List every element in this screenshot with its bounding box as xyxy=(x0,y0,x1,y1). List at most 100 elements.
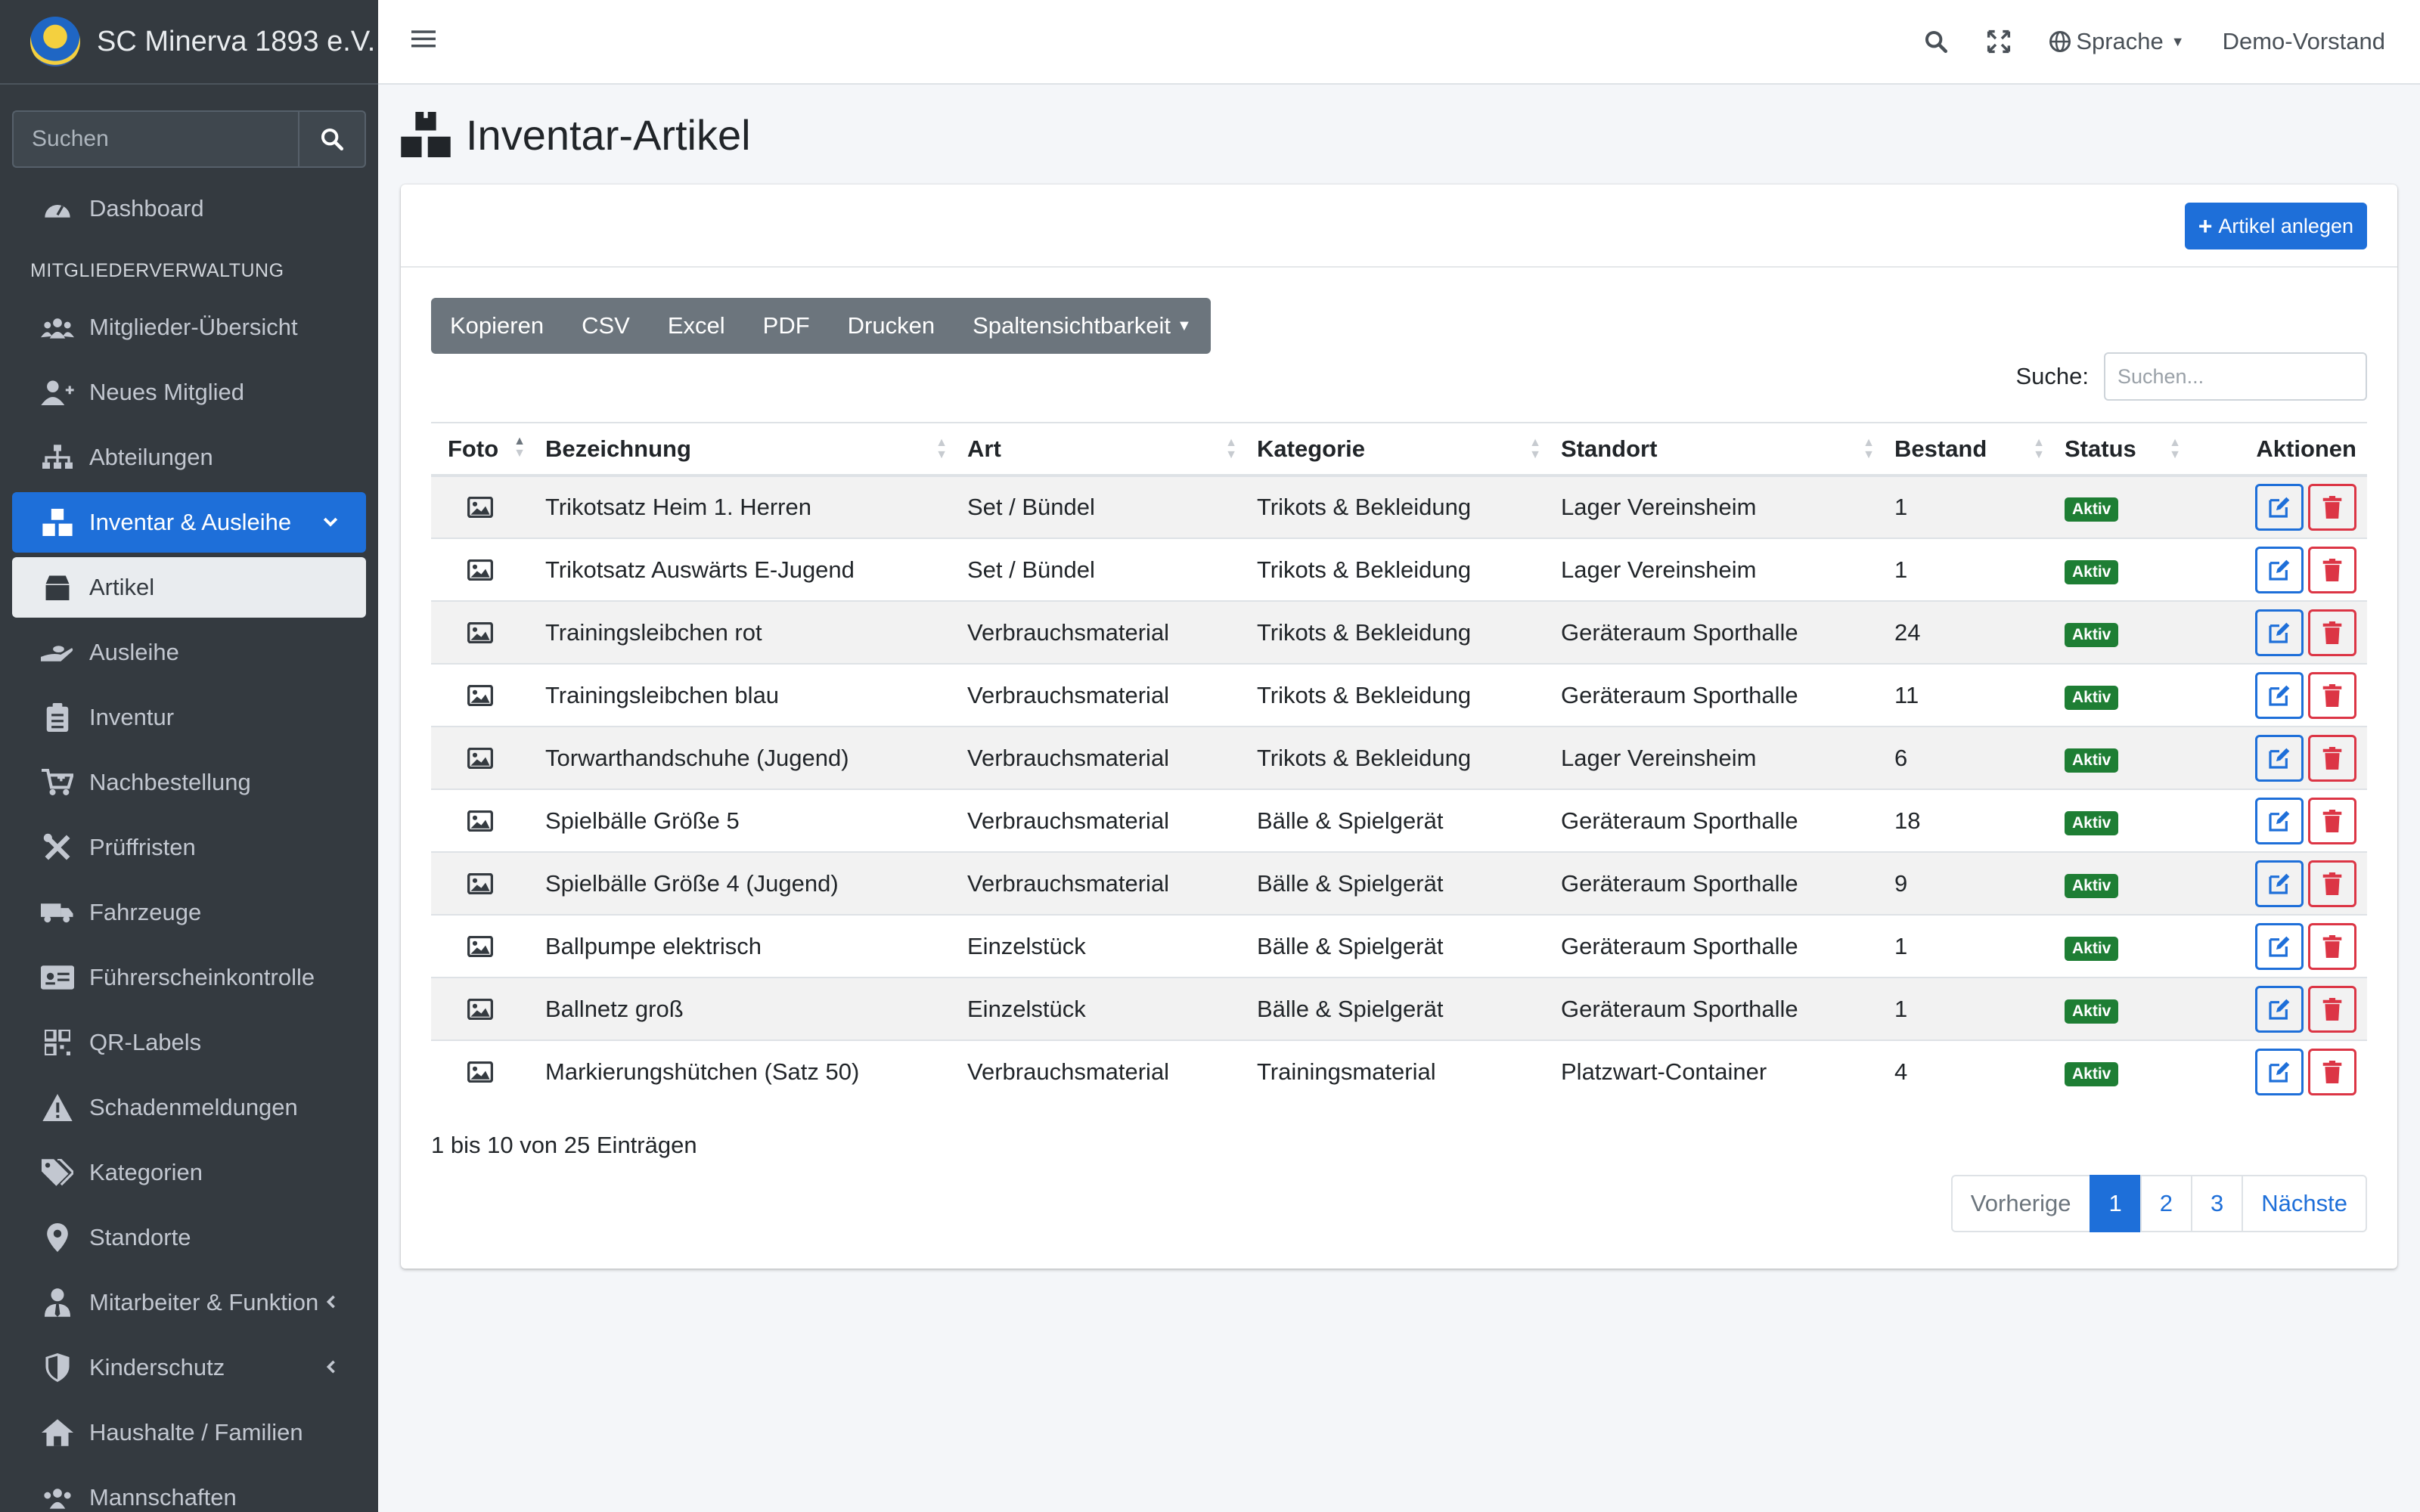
menu-toggle-icon[interactable] xyxy=(411,28,436,55)
cell-stock: 1 xyxy=(1884,914,2054,978)
csv-button[interactable]: CSV xyxy=(563,298,649,354)
pagination-page-3[interactable]: 3 xyxy=(2191,1175,2244,1232)
delete-button[interactable] xyxy=(2308,546,2356,593)
add-article-label: Artikel anlegen xyxy=(2218,214,2353,237)
shield-icon xyxy=(39,1352,76,1383)
sidebar-item-label: Fahrzeuge xyxy=(89,899,202,925)
cell-type: Verbrauchsmaterial xyxy=(957,726,1246,789)
card-header: + Artikel anlegen xyxy=(401,184,2397,268)
pagination-previous[interactable]: Vorherige xyxy=(1950,1175,2091,1232)
pagination-page-1[interactable]: 1 xyxy=(2089,1175,2142,1232)
pagination-page-2[interactable]: 2 xyxy=(2139,1175,2193,1232)
column-header-status[interactable]: Status ▲ ▼ xyxy=(2054,422,2190,477)
sidebar-item-lending[interactable]: Ausleihe xyxy=(12,622,366,683)
qrcode-icon xyxy=(39,1027,76,1058)
column-label: Standort xyxy=(1561,435,1658,462)
edit-button[interactable] xyxy=(2255,546,2304,593)
delete-button[interactable] xyxy=(2308,860,2356,907)
row-actions xyxy=(2201,546,2356,593)
sidebar-item-members[interactable]: Mitglieder-Übersicht xyxy=(12,297,366,358)
edit-button[interactable] xyxy=(2255,860,2304,907)
card-body: Kopieren CSV Excel PDF Drucken Spaltensi… xyxy=(401,268,2397,1189)
excel-button[interactable]: Excel xyxy=(649,298,744,354)
cell-actions xyxy=(2190,726,2367,789)
delete-button[interactable] xyxy=(2308,1049,2356,1095)
column-label: Bezeichnung xyxy=(545,435,691,462)
sidebar-item-inventory[interactable]: Inventar & Ausleihe xyxy=(12,492,366,553)
column-visibility-button[interactable]: Spaltensichtbarkeit ▼ xyxy=(954,298,1211,354)
edit-icon xyxy=(2269,1061,2290,1083)
column-header-bezeichnung[interactable]: Bezeichnung ▲ ▼ xyxy=(535,422,957,477)
user-menu[interactable]: Demo-Vorstand xyxy=(2223,28,2385,55)
cell-name: Spielbälle Größe 5 xyxy=(535,789,957,852)
sidebar-item-categories[interactable]: Kategorien xyxy=(12,1142,366,1203)
pdf-button[interactable]: PDF xyxy=(744,298,829,354)
sidebar-item-dashboard[interactable]: Dashboard xyxy=(12,178,366,239)
sidebar-item-label: Haushalte / Familien xyxy=(89,1419,303,1445)
sidebar-search-input[interactable]: Suchen xyxy=(12,110,298,168)
delete-button[interactable] xyxy=(2308,671,2356,719)
cell-type: Verbrauchsmaterial xyxy=(957,600,1246,664)
edit-button[interactable] xyxy=(2255,609,2304,656)
trash-icon xyxy=(2322,872,2342,895)
sidebar-item-stocktaking[interactable]: Inventur xyxy=(12,687,366,748)
sidebar-item-label: Inventur xyxy=(89,704,175,730)
sidebar-item-new-member[interactable]: Neues Mitglied xyxy=(12,362,366,423)
cell-name: Trainingsleibchen blau xyxy=(535,663,957,727)
print-button[interactable]: Drucken xyxy=(829,298,954,354)
sidebar-item-teams[interactable]: Mannschaften xyxy=(12,1467,366,1512)
column-header-kategorie[interactable]: Kategorie ▲ ▼ xyxy=(1246,422,1550,477)
delete-button[interactable] xyxy=(2308,922,2356,970)
box-icon xyxy=(39,572,76,603)
sidebar-item-articles[interactable]: Artikel xyxy=(12,557,366,618)
cell-stock: 9 xyxy=(1884,851,2054,915)
edit-button[interactable] xyxy=(2255,484,2304,531)
delete-button[interactable] xyxy=(2308,484,2356,531)
cell-actions xyxy=(2190,977,2367,1040)
delete-button[interactable] xyxy=(2308,609,2356,656)
edit-button[interactable] xyxy=(2255,985,2304,1033)
pagination-next[interactable]: Nächste xyxy=(2242,1175,2367,1232)
delete-button[interactable] xyxy=(2308,985,2356,1033)
sidebar-item-license-check[interactable]: Führerscheinkontrolle xyxy=(12,947,366,1008)
sidebar-item-reorder[interactable]: Nachbestellung xyxy=(12,752,366,813)
column-header-foto[interactable]: Foto ▲ ▼ xyxy=(431,422,535,477)
delete-button[interactable] xyxy=(2308,734,2356,782)
fullscreen-icon[interactable] xyxy=(1987,29,2011,54)
sidebar-item-departments[interactable]: Abteilungen xyxy=(12,427,366,488)
sidebar-item-damage-reports[interactable]: Schadenmeldungen xyxy=(12,1077,366,1138)
add-article-button[interactable]: + Artikel anlegen xyxy=(2184,203,2367,249)
sidebar-item-child-protection[interactable]: Kinderschutz xyxy=(12,1337,366,1398)
sidebar-item-label: Artikel xyxy=(89,574,155,600)
sidebar-search-button[interactable] xyxy=(298,110,366,168)
delete-button[interactable] xyxy=(2308,797,2356,844)
top-navbar: Sprache ▼ Demo-Vorstand xyxy=(378,0,2420,85)
sidebar-item-inspections[interactable]: Prüffristen xyxy=(12,817,366,878)
language-dropdown[interactable]: Sprache ▼ xyxy=(2049,28,2185,55)
pagination: Vorherige 1 2 3 Nächste xyxy=(1950,1175,2367,1232)
cell-status: Aktiv xyxy=(2054,914,2190,978)
edit-button[interactable] xyxy=(2255,734,2304,782)
edit-button[interactable] xyxy=(2255,797,2304,844)
truck-icon xyxy=(39,897,76,928)
brand-link[interactable]: SC Minerva 1893 e.V. xyxy=(0,0,378,85)
column-header-standort[interactable]: Standort ▲ ▼ xyxy=(1550,422,1884,477)
edit-icon xyxy=(2269,685,2290,706)
sidebar-item-vehicles[interactable]: Fahrzeuge xyxy=(12,882,366,943)
sidebar-item-staff[interactable]: Mitarbeiter & Funktion xyxy=(12,1272,366,1333)
edit-button[interactable] xyxy=(2255,671,2304,719)
sidebar-item-qr-labels[interactable]: QR-Labels xyxy=(12,1012,366,1073)
search-toggle-icon[interactable] xyxy=(1923,29,1949,54)
cell-type: Verbrauchsmaterial xyxy=(957,663,1246,727)
column-header-bestand[interactable]: Bestand ▲ ▼ xyxy=(1884,422,2054,477)
column-header-art[interactable]: Art ▲ ▼ xyxy=(957,422,1246,477)
sidebar-item-households[interactable]: Haushalte / Familien xyxy=(12,1402,366,1463)
cell-actions xyxy=(2190,538,2367,601)
copy-button[interactable]: Kopieren xyxy=(431,298,563,354)
edit-button[interactable] xyxy=(2255,922,2304,970)
sidebar-item-label: QR-Labels xyxy=(89,1029,202,1055)
table-search-input[interactable]: Suchen... xyxy=(2104,352,2367,401)
column-label: Status xyxy=(2065,435,2136,462)
edit-button[interactable] xyxy=(2255,1049,2304,1095)
sidebar-item-locations[interactable]: Standorte xyxy=(12,1207,366,1268)
